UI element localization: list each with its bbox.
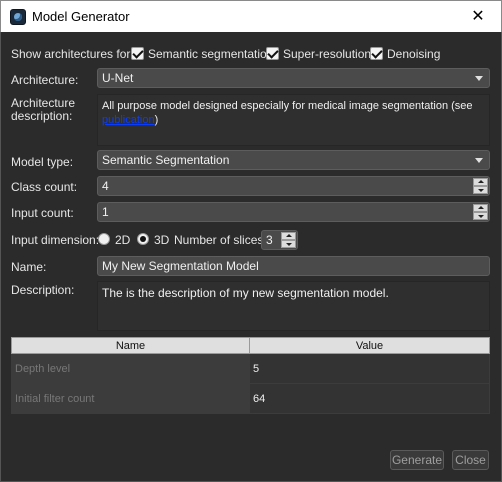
table-row: Initial filter count 64 [11, 383, 490, 414]
close-button[interactable]: Close [452, 450, 489, 470]
param-name-cell: Initial filter count [11, 383, 250, 414]
radio-2d-label: 2D [115, 233, 131, 247]
description-textarea[interactable]: The is the description of my new segment… [97, 281, 490, 331]
param-value-cell[interactable]: 5 [249, 353, 490, 384]
architecture-label: Architecture: [11, 73, 79, 87]
arch-description-label-line2: description: [11, 109, 73, 123]
column-header-value[interactable]: Value [249, 337, 490, 354]
architecture-value: U-Net [102, 71, 134, 85]
param-value-cell[interactable]: 64 [249, 383, 490, 414]
super-resolution-checkbox[interactable] [266, 47, 279, 60]
chevron-down-icon [475, 158, 483, 163]
description-value: The is the description of my new segment… [102, 286, 389, 300]
title-bar: Model Generator ✕ [0, 0, 502, 32]
table-row: Depth level 5 [11, 353, 490, 384]
radio-2d[interactable] [98, 233, 110, 245]
window-title: Model Generator [32, 9, 130, 24]
model-type-value: Semantic Segmentation [102, 153, 230, 167]
semantic-segmentation-checkbox[interactable] [131, 47, 144, 60]
model-type-select[interactable]: Semantic Segmentation [97, 150, 490, 170]
name-label: Name: [11, 260, 47, 274]
param-name-cell: Depth level [11, 353, 250, 384]
column-header-name[interactable]: Name [11, 337, 250, 354]
app-icon [10, 9, 26, 25]
radio-3d-label: 3D [154, 233, 170, 247]
semantic-segmentation-label: Semantic segmentation [148, 47, 274, 61]
description-label: Description: [11, 283, 75, 297]
increment-button[interactable] [281, 232, 296, 240]
name-input[interactable]: My New Segmentation Model [97, 256, 490, 276]
close-window-button[interactable]: ✕ [455, 1, 501, 33]
publication-link[interactable]: publication [102, 114, 155, 126]
class-count-value: 4 [102, 179, 109, 193]
arch-description-tail: ) [154, 114, 159, 126]
decrement-button[interactable] [473, 186, 488, 194]
architecture-select[interactable]: U-Net [97, 68, 490, 88]
chevron-down-icon [475, 76, 483, 81]
increment-button[interactable] [473, 204, 488, 212]
class-count-label: Class count: [11, 180, 78, 194]
filters-label: Show architectures for: [11, 47, 134, 61]
name-value: My New Segmentation Model [102, 259, 259, 273]
input-count-value: 1 [102, 205, 109, 219]
decrement-button[interactable] [473, 212, 488, 220]
parameters-table: Name Value Depth level 5 Initial filter … [11, 337, 490, 414]
class-count-spinbox[interactable]: 4 [97, 176, 490, 196]
architecture-description-box: All purpose model designed especially fo… [97, 94, 490, 146]
denoising-checkbox[interactable] [370, 47, 383, 60]
decrement-button[interactable] [281, 240, 296, 248]
increment-button[interactable] [473, 178, 488, 186]
input-count-spinbox[interactable]: 1 [97, 202, 490, 222]
super-resolution-label: Super-resolution [283, 47, 372, 61]
generate-button[interactable]: Generate [390, 450, 444, 470]
arch-description-text: All purpose model designed especially fo… [102, 100, 473, 112]
radio-3d[interactable] [137, 233, 149, 245]
input-count-label: Input count: [11, 206, 74, 220]
model-type-label: Model type: [11, 155, 74, 169]
number-of-slices-value: 3 [266, 233, 273, 247]
input-dimension-label: Input dimension: [11, 233, 100, 247]
number-of-slices-label: Number of slices: [174, 233, 267, 247]
number-of-slices-spinbox[interactable]: 3 [261, 230, 298, 250]
arch-description-label-line1: Architecture [11, 96, 76, 110]
denoising-label: Denoising [387, 47, 441, 61]
